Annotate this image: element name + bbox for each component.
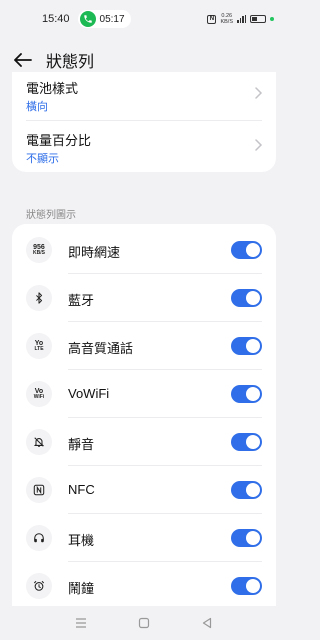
- nfc-icon: [26, 477, 52, 503]
- net-speed-indicator: 0.26 KB/S: [220, 13, 233, 25]
- toggle-knob: [246, 339, 260, 353]
- menu-icon: [76, 618, 87, 628]
- battery-percentage-value: 不顯示: [26, 153, 59, 165]
- bluetooth-toggle[interactable]: [231, 289, 262, 307]
- status-bar: 15:40 05:17 N 0.26 KB/S: [0, 0, 288, 38]
- toggle-knob: [246, 483, 260, 497]
- battery-style-value: 橫向: [26, 101, 48, 113]
- back-button[interactable]: [12, 49, 34, 71]
- signal-icon: [237, 15, 246, 23]
- mute-bell-icon: [26, 429, 52, 455]
- status-icons-card: 956 KB/S 即時網速 藍牙 Yo LTE 高音質通話 Vo WiFi VoWiF…: [12, 224, 276, 606]
- volte-toggle[interactable]: [231, 337, 262, 355]
- item-label: 高音質通話: [68, 341, 134, 356]
- status-time: 15:40: [42, 13, 70, 25]
- battery-style-row[interactable]: 電池樣式 橫向: [12, 72, 276, 116]
- charging-dot-icon: [270, 17, 274, 21]
- alarm-icon: [26, 573, 52, 599]
- list-item-nfc: NFC: [12, 466, 276, 514]
- net-speed-icon: 956 KB/S: [26, 237, 52, 263]
- chevron-right-icon: [255, 87, 263, 99]
- volte-icon: Yo LTE: [26, 333, 52, 359]
- alarm-toggle[interactable]: [231, 577, 262, 595]
- item-label: 藍牙: [68, 293, 95, 308]
- toggle-knob: [246, 579, 260, 593]
- phone-icon: [79, 11, 96, 27]
- list-item-bluetooth: 藍牙: [12, 274, 276, 322]
- headphones-toggle[interactable]: [231, 529, 262, 547]
- battery-fill: [252, 17, 257, 21]
- divider: [26, 120, 262, 121]
- item-label: 即時網速: [68, 245, 121, 260]
- nfc-toggle[interactable]: [231, 481, 262, 499]
- section-title: 狀態列圖示: [26, 210, 76, 221]
- recent-apps-button[interactable]: [73, 615, 89, 631]
- arrow-left-icon: [14, 53, 32, 67]
- battery-options-card: 電池樣式 橫向 電量百分比 不顯示: [12, 72, 276, 172]
- item-label: VoWiFi: [68, 386, 110, 401]
- home-button[interactable]: [136, 615, 152, 631]
- battery-style-label: 電池樣式: [26, 81, 79, 96]
- vowifi-icon: Vo WiFi: [26, 381, 52, 407]
- nav-back-button[interactable]: [199, 615, 215, 631]
- list-item-net-speed: 956 KB/S 即時網速: [12, 226, 276, 274]
- list-item-alarm: 鬧鐘: [12, 562, 276, 606]
- nfc-status-icon: N: [207, 14, 217, 24]
- home-square-icon: [138, 617, 150, 629]
- ongoing-call-pill[interactable]: 05:17: [77, 10, 131, 28]
- vowifi-toggle[interactable]: [231, 385, 262, 403]
- item-label: 靜音: [68, 437, 95, 452]
- net-speed-toggle[interactable]: [231, 241, 262, 259]
- list-item-volte: Yo LTE 高音質通話: [12, 322, 276, 370]
- system-nav-bar: [0, 606, 288, 640]
- toggle-knob: [246, 387, 260, 401]
- item-label: NFC: [68, 482, 95, 497]
- toggle-knob: [246, 531, 260, 545]
- battery-percentage-row[interactable]: 電量百分比 不顯示: [12, 124, 276, 168]
- toggle-knob: [246, 243, 260, 257]
- battery-icon: [250, 15, 266, 23]
- list-item-headphones: 耳機: [12, 514, 276, 562]
- list-item-mute: 靜音: [12, 418, 276, 466]
- bluetooth-icon: [26, 285, 52, 311]
- page-title: 狀態列: [46, 54, 95, 71]
- chevron-right-icon: [255, 139, 263, 151]
- back-triangle-icon: [202, 617, 211, 629]
- battery-percentage-label: 電量百分比: [26, 133, 92, 148]
- headphones-icon: [26, 525, 52, 551]
- item-label: 鬧鐘: [68, 581, 95, 596]
- call-duration: 05:17: [99, 13, 125, 25]
- net-speed-unit: KB/S: [220, 19, 233, 25]
- toggle-knob: [246, 291, 260, 305]
- item-label: 耳機: [68, 533, 95, 548]
- list-item-vowifi: Vo WiFi VoWiFi: [12, 370, 276, 418]
- mute-toggle[interactable]: [231, 433, 262, 451]
- toggle-knob: [246, 435, 260, 449]
